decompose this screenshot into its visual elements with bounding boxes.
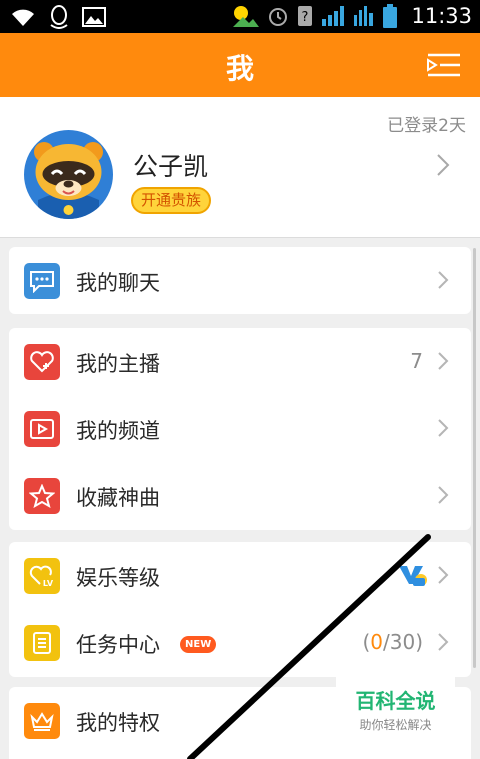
sim-unknown-icon: ? <box>298 6 313 26</box>
menu-item-my-anchors[interactable]: 我的主播 7 <box>9 328 471 395</box>
task-list-icon <box>24 625 60 661</box>
open-noble-button[interactable]: 开通贵族 <box>131 187 211 214</box>
chevron-right-icon <box>438 566 449 584</box>
watermark-sub: 助你轻松解决 <box>359 718 432 732</box>
heart-plus-icon <box>24 344 60 380</box>
username: 公子凯 <box>133 152 209 181</box>
menu-item-entertainment-level[interactable]: LV 娱乐等级 <box>9 542 471 609</box>
menu-item-label: 我的聊天 <box>76 271 160 295</box>
task-progress: (0/30) <box>362 630 423 654</box>
menu-item-my-channels[interactable]: 我的频道 <box>9 395 471 462</box>
menu-item-label: 娱乐等级 <box>76 566 160 590</box>
menu-item-task-center[interactable]: 任务中心 NEW (0/30) <box>9 609 471 676</box>
menu-item-my-chat[interactable]: 我的聊天 <box>9 247 471 314</box>
level-badge-icon <box>399 566 427 586</box>
menu-item-label: 收藏神曲 <box>76 486 160 510</box>
chevron-right-icon <box>438 486 449 504</box>
content-card: 我的主播 7 我的频道 收藏神曲 <box>9 328 471 530</box>
page-title: 我 <box>225 52 254 85</box>
chevron-right-icon <box>437 154 450 176</box>
status-bar: ? 11:33 <box>0 0 480 33</box>
new-badge: NEW <box>180 636 217 653</box>
anchor-count: 7 <box>410 349 423 373</box>
watermark-main: 百科全说 <box>355 689 436 713</box>
login-days-text: 已登录2天 <box>387 116 466 136</box>
chevron-right-icon <box>438 271 449 289</box>
menu-item-favorite-songs[interactable]: 收藏神曲 <box>9 462 471 529</box>
qq-icon <box>50 5 68 29</box>
heart-lv-icon: LV <box>24 558 60 594</box>
weather-icon <box>233 6 260 27</box>
video-play-icon <box>24 411 60 447</box>
svg-text:?: ? <box>302 10 309 25</box>
wifi-icon <box>12 9 34 26</box>
alarm-icon <box>269 8 288 26</box>
task-progress-rest: /30) <box>383 630 423 654</box>
task-progress-done: 0 <box>370 630 383 654</box>
raccoon-avatar-icon <box>24 130 113 219</box>
playlist-menu-icon[interactable] <box>426 50 462 80</box>
watermark: 百科全说 助你轻松解决 <box>336 677 455 747</box>
signal-2g-icon <box>354 6 374 26</box>
chevron-right-icon <box>438 352 449 370</box>
menu-item-label: 我的主播 <box>76 352 160 376</box>
chat-card: 我的聊天 <box>9 247 471 314</box>
level-card: LV 娱乐等级 任务中心 NEW (0/30) <box>9 542 471 677</box>
avatar[interactable] <box>24 130 113 219</box>
svg-text:LV: LV <box>43 579 54 588</box>
menu-item-label: 我的特权 <box>76 711 160 735</box>
chevron-right-icon <box>438 419 449 437</box>
chevron-right-icon <box>438 633 449 651</box>
menu-item-label: 我的频道 <box>76 419 160 443</box>
chat-icon <box>24 263 60 299</box>
star-icon <box>24 478 60 514</box>
battery-icon <box>383 4 398 28</box>
status-time: 11:33 <box>411 4 472 28</box>
menu-item-label: 任务中心 <box>76 633 160 657</box>
gallery-icon <box>82 7 106 27</box>
scrollbar[interactable] <box>473 248 476 668</box>
crown-icon <box>24 703 60 739</box>
profile-card[interactable]: 已登录2天 公子凯 开通贵族 <box>0 97 480 238</box>
signal-icon <box>322 6 345 26</box>
top-app-bar: 我 <box>0 33 480 97</box>
